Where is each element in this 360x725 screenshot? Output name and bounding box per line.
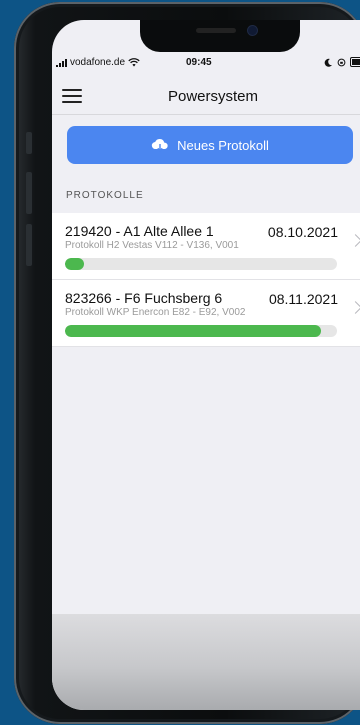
navigation-bar: Powersystem [52,78,360,115]
camera [248,26,257,35]
progress-fill [65,325,321,337]
battery-icon [350,57,360,67]
volume-down-button [26,224,32,266]
progress-fill [65,258,85,270]
protocol-date: 08.10.2021 [267,224,338,240]
signal-icon [56,58,67,67]
clock: 09:45 [186,57,212,68]
chevron-right-icon [349,234,360,247]
screen-reflection [52,614,360,710]
protocol-date: 08.11.2021 [268,291,338,307]
protocol-subtitle: Protokoll WKP Enercon E82 - E92, V002 [65,307,246,318]
protocol-subtitle: Protokoll H2 Vestas V112 - V136, V001 [65,240,239,251]
protocol-row[interactable]: 823266 - F6 Fuchsberg 6 08.11.2021 Proto… [52,280,360,347]
new-protocol-label: Neues Protokoll [177,137,269,153]
notch [140,20,300,52]
app-screen: vodafone.de 09:45 Powersystem Neues Prot… [52,20,360,710]
carrier-label: vodafone.de [70,57,126,68]
protocol-title: 823266 - F6 Fuchsberg 6 [65,290,223,306]
progress-bar [65,258,337,270]
moon-icon [324,58,332,67]
phone-frame: vodafone.de 09:45 Powersystem Neues Prot… [14,2,360,724]
volume-up-button [26,172,32,214]
progress-bar [65,325,337,337]
section-header: PROTOKOLLE [66,190,144,201]
page-title: Powersystem [167,88,259,105]
cloud-download-icon [151,138,168,152]
protocol-row[interactable]: 219420 - A1 Alte Allee 1 08.10.2021 Prot… [52,213,360,280]
new-protocol-button[interactable]: Neues Protokoll [67,126,353,164]
speaker [196,28,236,33]
protocol-title: 219420 - A1 Alte Allee 1 [65,223,214,239]
chevron-right-icon [349,301,360,314]
rotation-lock-icon [337,58,346,66]
status-bar: vodafone.de 09:45 [52,56,360,72]
protocol-list: 219420 - A1 Alte Allee 1 08.10.2021 Prot… [52,213,360,347]
status-right [324,57,360,67]
mute-switch [26,132,32,154]
wifi-icon [128,58,140,67]
status-left: vodafone.de [56,57,140,68]
